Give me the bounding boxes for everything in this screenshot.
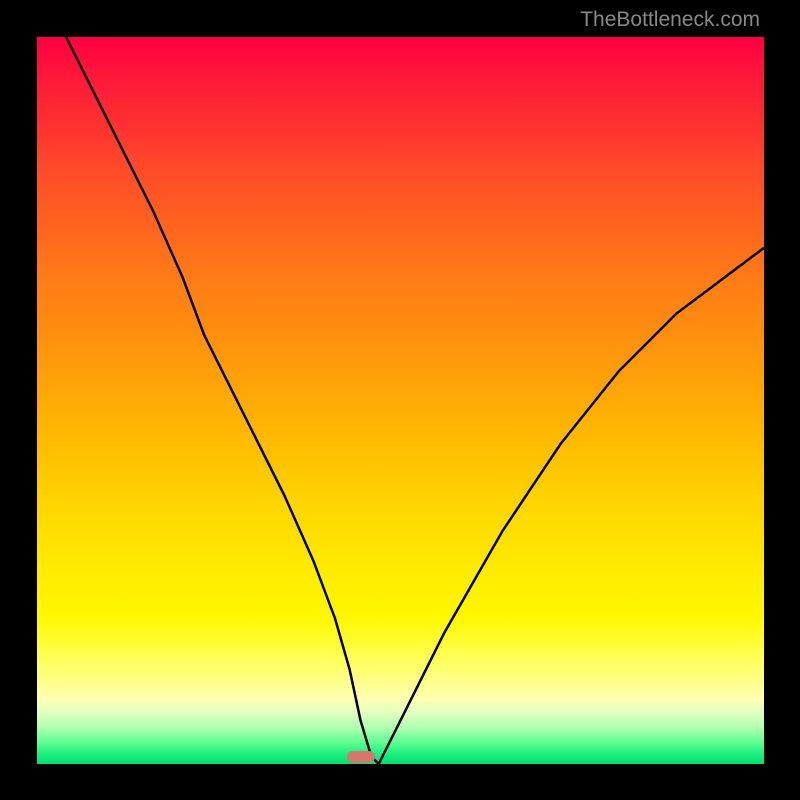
watermark-text: TheBottleneck.com [580, 8, 760, 32]
bottleneck-curve [37, 37, 764, 764]
chart-container: TheBottleneck.com [0, 0, 800, 800]
plot-area [37, 37, 764, 764]
optimal-point-marker [347, 751, 375, 763]
